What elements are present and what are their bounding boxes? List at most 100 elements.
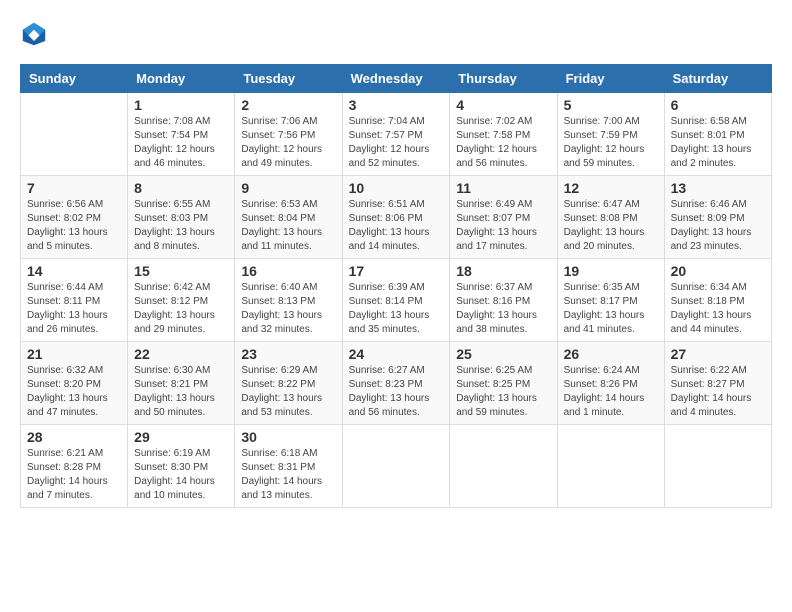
day-detail: Sunrise: 6:24 AMSunset: 8:26 PMDaylight:…	[564, 364, 658, 420]
logo-icon	[20, 20, 48, 48]
day-number: 14	[27, 263, 121, 279]
calendar-cell	[664, 425, 771, 508]
col-header-saturday: Saturday	[664, 65, 771, 93]
day-detail: Sunrise: 6:47 AMSunset: 8:08 PMDaylight:…	[564, 198, 658, 254]
day-number: 12	[564, 180, 658, 196]
calendar-table: SundayMondayTuesdayWednesdayThursdayFrid…	[20, 64, 772, 508]
calendar-cell: 25 Sunrise: 6:25 AMSunset: 8:25 PMDayligh…	[450, 342, 557, 425]
col-header-sunday: Sunday	[21, 65, 128, 93]
day-detail: Sunrise: 6:21 AMSunset: 8:28 PMDaylight:…	[27, 447, 121, 503]
calendar-cell: 8 Sunrise: 6:55 AMSunset: 8:03 PMDaylight…	[128, 176, 235, 259]
day-number: 6	[671, 97, 765, 113]
day-detail: Sunrise: 6:29 AMSunset: 8:22 PMDaylight:…	[241, 364, 335, 420]
calendar-cell: 29 Sunrise: 6:19 AMSunset: 8:30 PMDayligh…	[128, 425, 235, 508]
day-detail: Sunrise: 6:42 AMSunset: 8:12 PMDaylight:…	[134, 281, 228, 337]
calendar-cell: 17 Sunrise: 6:39 AMSunset: 8:14 PMDayligh…	[342, 259, 450, 342]
day-detail: Sunrise: 6:35 AMSunset: 8:17 PMDaylight:…	[564, 281, 658, 337]
day-detail: Sunrise: 7:00 AMSunset: 7:59 PMDaylight:…	[564, 115, 658, 171]
calendar-cell: 19 Sunrise: 6:35 AMSunset: 8:17 PMDayligh…	[557, 259, 664, 342]
day-number: 10	[349, 180, 444, 196]
day-detail: Sunrise: 6:40 AMSunset: 8:13 PMDaylight:…	[241, 281, 335, 337]
calendar-cell: 28 Sunrise: 6:21 AMSunset: 8:28 PMDayligh…	[21, 425, 128, 508]
day-detail: Sunrise: 6:37 AMSunset: 8:16 PMDaylight:…	[456, 281, 550, 337]
calendar-cell: 3Sunrise: 7:04 AMSunset: 7:57 PMDaylight…	[342, 93, 450, 176]
day-number: 27	[671, 346, 765, 362]
day-detail: Sunrise: 6:19 AMSunset: 8:30 PMDaylight:…	[134, 447, 228, 503]
day-detail: Sunrise: 6:22 AMSunset: 8:27 PMDaylight:…	[671, 364, 765, 420]
day-detail: Sunrise: 6:56 AMSunset: 8:02 PMDaylight:…	[27, 198, 121, 254]
calendar-cell: 13 Sunrise: 6:46 AMSunset: 8:09 PMDayligh…	[664, 176, 771, 259]
day-detail: Sunrise: 6:55 AMSunset: 8:03 PMDaylight:…	[134, 198, 228, 254]
calendar-cell	[21, 93, 128, 176]
calendar-cell: 14 Sunrise: 6:44 AMSunset: 8:11 PMDayligh…	[21, 259, 128, 342]
calendar-week-2: 7 Sunrise: 6:56 AMSunset: 8:02 PMDaylight…	[21, 176, 772, 259]
day-number: 15	[134, 263, 228, 279]
calendar-cell: 4 Sunrise: 7:02 AMSunset: 7:58 PMDaylight…	[450, 93, 557, 176]
calendar-cell: 7 Sunrise: 6:56 AMSunset: 8:02 PMDaylight…	[21, 176, 128, 259]
logo	[20, 20, 52, 48]
calendar-cell	[342, 425, 450, 508]
day-number: 24	[349, 346, 444, 362]
day-detail: Sunrise: 7:06 AMSunset: 7:56 PMDaylight:…	[241, 115, 335, 171]
calendar-cell: 23 Sunrise: 6:29 AMSunset: 8:22 PMDayligh…	[235, 342, 342, 425]
day-number: 3	[349, 97, 444, 113]
calendar-cell: 12 Sunrise: 6:47 AMSunset: 8:08 PMDayligh…	[557, 176, 664, 259]
day-number: 22	[134, 346, 228, 362]
calendar-week-1: 1 Sunrise: 7:08 AMSunset: 7:54 PMDaylight…	[21, 93, 772, 176]
calendar-cell: 26 Sunrise: 6:24 AMSunset: 8:26 PMDayligh…	[557, 342, 664, 425]
calendar-cell: 18 Sunrise: 6:37 AMSunset: 8:16 PMDayligh…	[450, 259, 557, 342]
day-number: 2	[241, 97, 335, 113]
day-detail: Sunrise: 6:58 AMSunset: 8:01 PMDaylight:…	[671, 115, 765, 171]
header	[20, 20, 772, 48]
day-number: 8	[134, 180, 228, 196]
calendar-cell: 5 Sunrise: 7:00 AMSunset: 7:59 PMDaylight…	[557, 93, 664, 176]
calendar-cell: 1 Sunrise: 7:08 AMSunset: 7:54 PMDaylight…	[128, 93, 235, 176]
day-number: 13	[671, 180, 765, 196]
calendar-cell: 20Sunrise: 6:34 AMSunset: 8:18 PMDayligh…	[664, 259, 771, 342]
day-number: 25	[456, 346, 550, 362]
day-detail: Sunrise: 6:51 AMSunset: 8:06 PMDaylight:…	[349, 198, 444, 254]
calendar-cell: 22 Sunrise: 6:30 AMSunset: 8:21 PMDayligh…	[128, 342, 235, 425]
day-number: 9	[241, 180, 335, 196]
calendar-cell: 30Sunrise: 6:18 AMSunset: 8:31 PMDayligh…	[235, 425, 342, 508]
day-number: 1	[134, 97, 228, 113]
calendar-cell: 15 Sunrise: 6:42 AMSunset: 8:12 PMDayligh…	[128, 259, 235, 342]
calendar-cell: 16Sunrise: 6:40 AMSunset: 8:13 PMDayligh…	[235, 259, 342, 342]
calendar-cell	[450, 425, 557, 508]
col-header-monday: Monday	[128, 65, 235, 93]
calendar-cell: 21Sunrise: 6:32 AMSunset: 8:20 PMDayligh…	[21, 342, 128, 425]
col-header-friday: Friday	[557, 65, 664, 93]
day-detail: Sunrise: 6:25 AMSunset: 8:25 PMDaylight:…	[456, 364, 550, 420]
day-detail: Sunrise: 6:46 AMSunset: 8:09 PMDaylight:…	[671, 198, 765, 254]
day-number: 28	[27, 429, 121, 445]
day-number: 23	[241, 346, 335, 362]
day-number: 4	[456, 97, 550, 113]
calendar-cell: 11Sunrise: 6:49 AMSunset: 8:07 PMDayligh…	[450, 176, 557, 259]
calendar-cell: 6 Sunrise: 6:58 AMSunset: 8:01 PMDaylight…	[664, 93, 771, 176]
day-detail: Sunrise: 6:32 AMSunset: 8:20 PMDaylight:…	[27, 364, 121, 420]
day-number: 30	[241, 429, 335, 445]
day-detail: Sunrise: 6:34 AMSunset: 8:18 PMDaylight:…	[671, 281, 765, 337]
day-number: 19	[564, 263, 658, 279]
calendar-cell	[557, 425, 664, 508]
day-detail: Sunrise: 7:02 AMSunset: 7:58 PMDaylight:…	[456, 115, 550, 171]
calendar-header-row: SundayMondayTuesdayWednesdayThursdayFrid…	[21, 65, 772, 93]
calendar-cell: 24 Sunrise: 6:27 AMSunset: 8:23 PMDayligh…	[342, 342, 450, 425]
day-number: 7	[27, 180, 121, 196]
calendar-cell: 9 Sunrise: 6:53 AMSunset: 8:04 PMDaylight…	[235, 176, 342, 259]
day-detail: Sunrise: 6:53 AMSunset: 8:04 PMDaylight:…	[241, 198, 335, 254]
day-detail: Sunrise: 6:39 AMSunset: 8:14 PMDaylight:…	[349, 281, 444, 337]
day-number: 18	[456, 263, 550, 279]
day-detail: Sunrise: 6:30 AMSunset: 8:21 PMDaylight:…	[134, 364, 228, 420]
day-detail: Sunrise: 6:44 AMSunset: 8:11 PMDaylight:…	[27, 281, 121, 337]
calendar-week-4: 21Sunrise: 6:32 AMSunset: 8:20 PMDayligh…	[21, 342, 772, 425]
col-header-wednesday: Wednesday	[342, 65, 450, 93]
calendar-week-5: 28 Sunrise: 6:21 AMSunset: 8:28 PMDayligh…	[21, 425, 772, 508]
col-header-thursday: Thursday	[450, 65, 557, 93]
day-number: 26	[564, 346, 658, 362]
day-number: 5	[564, 97, 658, 113]
day-detail: Sunrise: 6:27 AMSunset: 8:23 PMDaylight:…	[349, 364, 444, 420]
day-number: 29	[134, 429, 228, 445]
day-detail: Sunrise: 7:08 AMSunset: 7:54 PMDaylight:…	[134, 115, 228, 171]
day-number: 17	[349, 263, 444, 279]
